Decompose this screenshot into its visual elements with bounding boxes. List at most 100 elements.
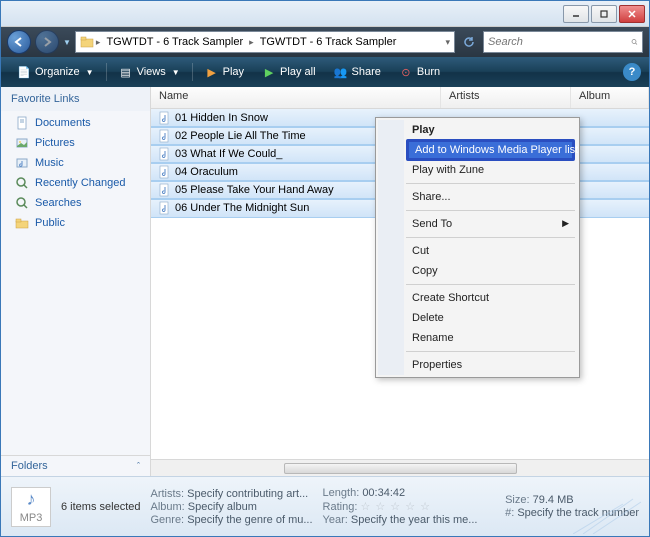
maximize-button[interactable] — [591, 5, 617, 23]
menu-item-delete[interactable]: Delete — [404, 308, 577, 328]
detail-key: Length: — [323, 487, 360, 499]
chevron-right-icon: ▸ — [249, 37, 254, 48]
decorative-flare — [573, 494, 643, 534]
folders-label: Folders — [11, 460, 48, 472]
play-icon: ▶ — [205, 65, 219, 79]
minimize-button[interactable] — [563, 5, 589, 23]
breadcrumb[interactable]: ▸ TGWTDT - 6 Track Sampler ▸ TGWTDT - 6 … — [75, 31, 455, 53]
horizontal-scrollbar[interactable] — [151, 459, 649, 476]
column-album[interactable]: Album — [571, 87, 649, 108]
share-button[interactable]: 👥 Share — [326, 62, 389, 82]
sidebar: Favorite Links Documents Pictures Music … — [1, 87, 151, 476]
sidebar-item-music[interactable]: Music — [1, 153, 150, 173]
submenu-arrow-icon: ▶ — [562, 218, 569, 229]
sidebar-item-documents[interactable]: Documents — [1, 113, 150, 133]
views-button[interactable]: ▤Views▼ — [111, 62, 188, 82]
menu-item-send-to[interactable]: Send To ▶ — [404, 214, 577, 234]
forward-button[interactable] — [35, 30, 59, 54]
share-icon: 👥 — [334, 65, 348, 79]
column-name[interactable]: Name — [151, 87, 441, 108]
detail-value[interactable]: Specify the genre of mu... — [187, 514, 312, 526]
sidebar-item-label: Public — [35, 217, 65, 229]
pictures-icon — [15, 136, 29, 150]
detail-key: Album: — [150, 501, 184, 513]
file-name: 04 Oraculum — [175, 166, 238, 178]
search-icon — [15, 196, 29, 210]
selection-title: 6 items selected — [61, 501, 140, 513]
breadcrumb-segment[interactable]: TGWTDT - 6 Track Sampler — [256, 35, 401, 49]
column-headers: Name Artists Album — [151, 87, 649, 109]
menu-item-create-shortcut[interactable]: Create Shortcut — [404, 288, 577, 308]
burn-button[interactable]: ⊙Burn — [391, 62, 448, 82]
search-box[interactable] — [483, 31, 643, 53]
rating-stars[interactable]: ☆ ☆ ☆ ☆ ☆ — [360, 501, 431, 513]
menu-item-share[interactable]: Share... — [404, 187, 577, 207]
folders-panel-header[interactable]: Folders ˆ — [1, 455, 150, 476]
help-button[interactable]: ? — [623, 63, 641, 81]
sidebar-item-label: Searches — [35, 197, 81, 209]
file-name: 03 What If We Could_ — [175, 148, 282, 160]
column-artists[interactable]: Artists — [441, 87, 571, 108]
audio-file-icon — [157, 201, 171, 215]
detail-key: Rating: — [323, 501, 358, 513]
chevron-up-icon: ˆ — [137, 461, 140, 471]
menu-item-play-with-zune[interactable]: Play with Zune — [404, 160, 577, 180]
menu-item-properties[interactable]: Properties — [404, 355, 577, 375]
audio-file-icon — [157, 147, 171, 161]
organize-button[interactable]: 📄Organize▼ — [9, 62, 102, 82]
documents-icon — [15, 116, 29, 130]
refresh-button[interactable] — [459, 32, 479, 52]
music-icon — [15, 156, 29, 170]
music-note-icon: ♪ — [27, 489, 36, 510]
context-menu: Play Add to Windows Media Player list Pl… — [375, 117, 580, 378]
file-name: 05 Please Take Your Hand Away — [175, 184, 334, 196]
toolbar-label: Views — [137, 66, 166, 78]
sidebar-item-recently-changed[interactable]: Recently Changed — [1, 173, 150, 193]
sidebar-item-searches[interactable]: Searches — [1, 193, 150, 213]
chevron-right-icon: ▸ — [96, 37, 101, 48]
detail-value[interactable]: Specify contributing art... — [187, 488, 308, 500]
play-all-icon: ▶ — [262, 65, 276, 79]
back-button[interactable] — [7, 30, 31, 54]
menu-item-label: Send To — [412, 218, 452, 230]
detail-value[interactable]: Specify album — [188, 501, 257, 513]
toolbar-label: Organize — [35, 66, 80, 78]
organize-icon: 📄 — [17, 65, 31, 79]
detail-key: Artists: — [150, 488, 184, 500]
views-icon: ▤ — [119, 65, 133, 79]
close-button[interactable] — [619, 5, 645, 23]
play-all-button[interactable]: ▶Play all — [254, 62, 323, 82]
search-input[interactable] — [488, 36, 631, 48]
sidebar-item-public[interactable]: Public — [1, 213, 150, 233]
menu-item-cut[interactable]: Cut — [404, 241, 577, 261]
sidebar-item-label: Music — [35, 157, 64, 169]
menu-item-rename[interactable]: Rename — [404, 328, 577, 348]
menu-item-add-to-wmp-list[interactable]: Add to Windows Media Player list — [406, 139, 575, 161]
detail-value: 00:34:42 — [362, 487, 405, 499]
play-button[interactable]: ▶Play — [197, 62, 252, 82]
menu-separator — [406, 210, 575, 211]
menu-item-copy[interactable]: Copy — [404, 261, 577, 281]
sidebar-item-label: Documents — [35, 117, 91, 129]
file-name: 01 Hidden In Snow — [175, 112, 268, 124]
menu-separator — [406, 284, 575, 285]
audio-file-icon — [157, 165, 171, 179]
sidebar-item-label: Recently Changed — [35, 177, 126, 189]
detail-key: #: — [505, 507, 514, 519]
chevron-down-icon[interactable]: ▾ — [445, 37, 450, 48]
toolbar-label: Share — [352, 66, 381, 78]
details-pane: ♪MP3 6 items selected Artists: Specify c… — [1, 476, 649, 536]
menu-item-play[interactable]: Play — [404, 120, 577, 140]
detail-key: Year: — [323, 514, 348, 526]
detail-value[interactable]: Specify the year this me... — [351, 514, 478, 526]
scrollbar-thumb[interactable] — [284, 463, 517, 474]
favorite-links-list: Documents Pictures Music Recently Change… — [1, 111, 150, 455]
breadcrumb-segment[interactable]: TGWTDT - 6 Track Sampler — [102, 35, 247, 49]
nav-history-dropdown[interactable]: ▼ — [63, 38, 71, 47]
detail-key: Genre: — [150, 514, 184, 526]
burn-icon: ⊙ — [399, 65, 413, 79]
audio-file-icon — [157, 111, 171, 125]
folder-icon — [15, 216, 29, 230]
file-type-thumbnail: ♪MP3 — [11, 487, 51, 527]
sidebar-item-pictures[interactable]: Pictures — [1, 133, 150, 153]
